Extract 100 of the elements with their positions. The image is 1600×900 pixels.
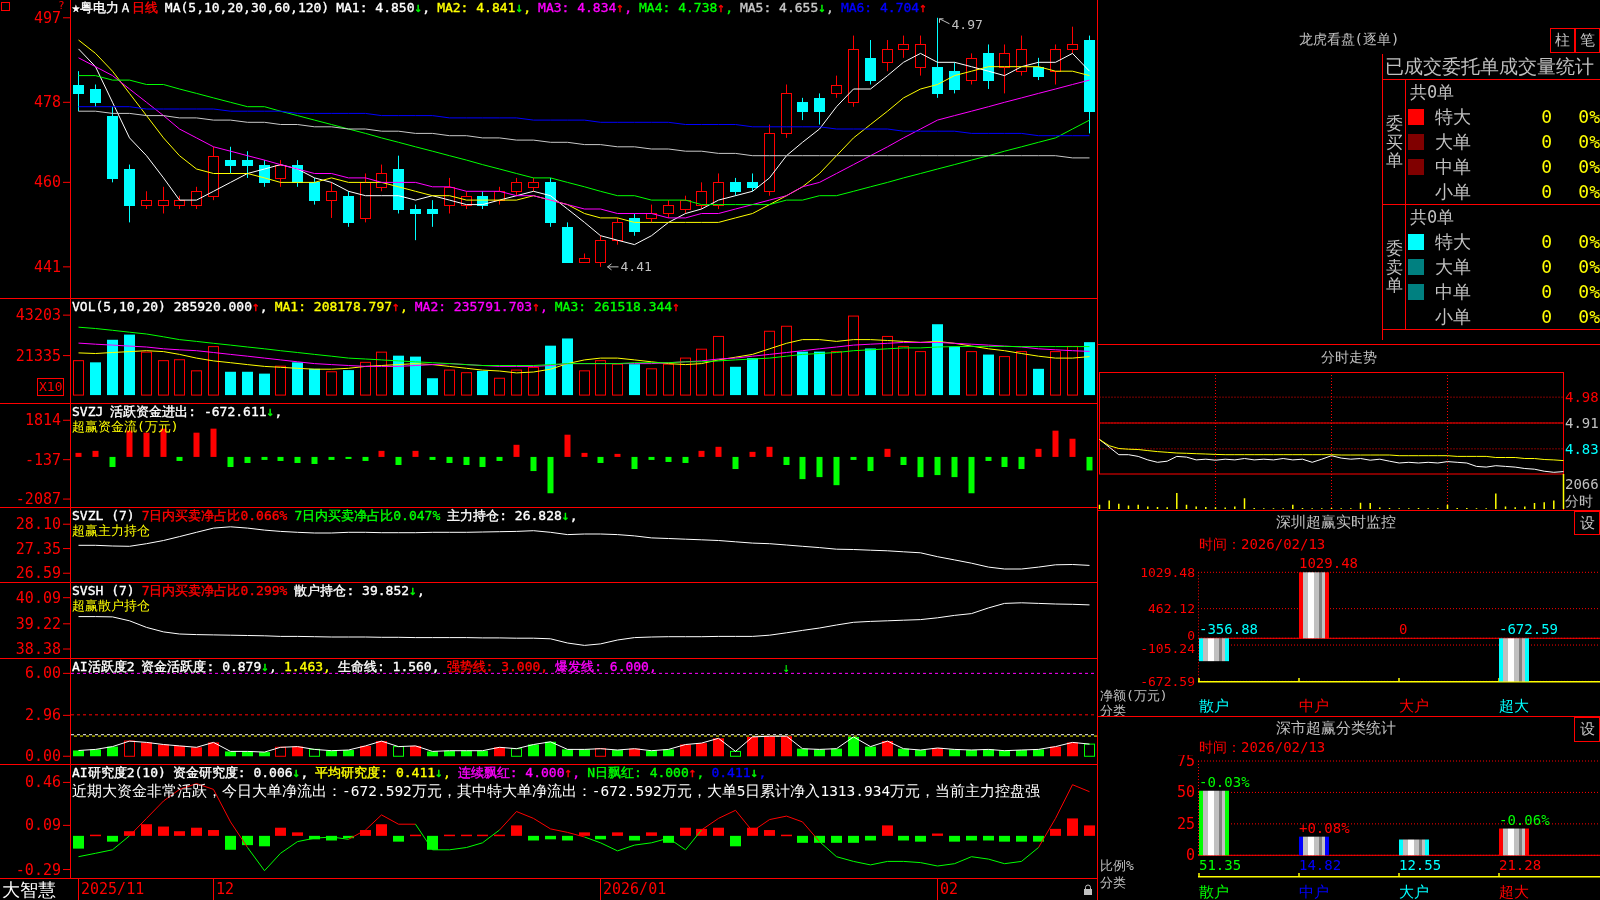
candle: [343, 190, 354, 228]
indicator-bar: [225, 751, 236, 757]
candle: [797, 97, 808, 121]
candle: [461, 190, 472, 210]
order-count: 0: [1541, 305, 1552, 328]
indicator-bar: [461, 834, 472, 837]
axis-label: 6.00: [24, 664, 61, 683]
candle: [511, 177, 522, 197]
indicator-bar: [850, 456, 857, 460]
indicator-bar: [92, 450, 99, 457]
volume-bar: [376, 351, 387, 396]
candle: [747, 172, 758, 192]
indicator-bar: [446, 456, 453, 463]
indicator-value: 资金活跃度: 0.879↓,: [141, 659, 277, 674]
axis-label: 39.22: [15, 614, 61, 633]
indicator-bar: [983, 749, 994, 757]
indicator-bar: [75, 452, 82, 457]
candle: [90, 84, 101, 108]
brand-name: 大智慧: [2, 879, 56, 900]
indicator-bar: [968, 456, 975, 494]
indicator-bar: [90, 834, 101, 837]
category-label: 中户: [1299, 883, 1329, 900]
indicator-value: MA2: 235791.703↑,: [414, 299, 548, 314]
change-label: +0.08%: [1299, 819, 1350, 836]
indicator-bar: [799, 456, 806, 480]
candle: [696, 181, 707, 210]
indicator-bar: [680, 827, 691, 836]
indicator-bar: [158, 826, 169, 836]
axis-title: 净额(万元): [1100, 687, 1168, 703]
indicator-bar: [1016, 750, 1027, 757]
order-share: 0%: [1578, 155, 1600, 178]
indicator-bar: [242, 835, 253, 846]
indicator-bar: [208, 742, 219, 757]
indicator-bar: [934, 456, 941, 476]
indicator-bar: [244, 456, 251, 463]
volume-bar: [562, 338, 573, 396]
indicator-bar: [1033, 749, 1044, 757]
settings-button[interactable]: 设: [1574, 717, 1600, 742]
view-toggle-button[interactable]: 笔: [1575, 28, 1600, 53]
indicator-bar: [696, 828, 707, 836]
indicator-label: AI研究度2(10): [72, 765, 166, 780]
indicator-bar: [680, 744, 691, 757]
order-type: 小单: [1435, 180, 1471, 203]
indicator-bar: [275, 746, 286, 757]
volume-bar: [73, 360, 84, 396]
settings-button[interactable]: 设: [1574, 511, 1600, 535]
axis-title: 分类: [1100, 874, 1126, 890]
indicator-bar: [713, 827, 724, 836]
indicator-bar: [376, 824, 387, 836]
indicator-label: MA(5,10,20,30,60,120): [164, 0, 330, 15]
indicator-bar: [581, 452, 588, 457]
volume-bar: [1067, 345, 1078, 396]
indicator-bar: [124, 740, 135, 757]
low-price-label: 4.41: [620, 259, 652, 275]
indicator-bar: [277, 456, 284, 461]
axis-label: 2066: [1565, 476, 1599, 492]
axis-label: 478: [33, 93, 61, 112]
value-label: 12.55: [1399, 857, 1442, 873]
indicator-bar: [360, 745, 371, 757]
candle: [562, 221, 573, 263]
order-type: 大单: [1435, 130, 1471, 153]
group-label: 委卖单: [1385, 238, 1403, 296]
axis-label: 75: [1176, 755, 1195, 770]
indicator-bar: [477, 750, 488, 757]
indicator-bar: [345, 456, 352, 459]
order-type: 小单: [1435, 305, 1471, 328]
axis-label: 43203: [15, 306, 61, 325]
indicator-bar: [547, 456, 554, 494]
volume-bar: [242, 371, 253, 396]
indicator-bar: [629, 748, 640, 757]
indicator-bar: [629, 835, 640, 841]
candle: [208, 146, 219, 201]
candle: [663, 199, 674, 219]
indicator-bar: [562, 749, 573, 757]
indicator-label: 1.463,: [283, 659, 331, 674]
candle: [326, 181, 337, 219]
volume-bar: [966, 351, 977, 396]
indicator-bar: [612, 832, 623, 836]
date-label: 12: [213, 879, 235, 900]
view-toggle-button[interactable]: 柱: [1550, 28, 1575, 53]
indicator-label: 7日内买卖净占比0.066%: [141, 508, 288, 523]
candle: [393, 155, 404, 214]
indicator-title: 超赢资金流(万元): [72, 419, 179, 434]
indicator-label: SVSH (7): [72, 583, 135, 598]
volume-bar: [477, 370, 488, 396]
indicator-value: 资金研究度: 0.006↓,: [172, 765, 309, 780]
volume-bar: [410, 356, 421, 396]
indicator-bar: [530, 456, 537, 472]
indicator-bar: [882, 825, 893, 836]
indicator-bar: [867, 456, 874, 472]
axis-label: 2.96: [24, 706, 61, 725]
indicator-bar: [292, 832, 303, 836]
arrow-icon: [607, 263, 619, 271]
indicator-bar: [191, 827, 202, 836]
volume-bar: [427, 378, 438, 396]
indicator-bar: [528, 835, 539, 841]
candle: [898, 35, 909, 59]
volume-bar: [915, 351, 926, 396]
axis-label: 25: [1176, 814, 1195, 833]
indicator-label: SVZL (7): [72, 508, 135, 523]
